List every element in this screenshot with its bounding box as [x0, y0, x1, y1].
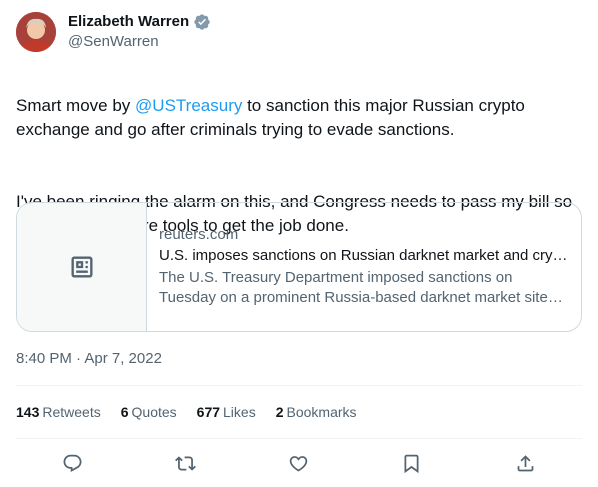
stat-value: 2: [275, 404, 284, 420]
stat-quotes[interactable]: 6 Quotes: [121, 402, 177, 422]
bookmark-button[interactable]: [398, 450, 424, 476]
reply-button[interactable]: [59, 450, 85, 476]
share-button[interactable]: [512, 450, 538, 476]
retweet-button[interactable]: [172, 450, 198, 476]
card-thumbnail: [17, 203, 147, 331]
divider: [16, 385, 582, 386]
verified-badge-icon: [194, 14, 210, 30]
stat-label: Bookmarks: [286, 404, 357, 420]
stat-value: 143: [16, 404, 40, 420]
stat-value: 6: [120, 404, 129, 420]
stat-likes[interactable]: 677 Likes: [197, 402, 256, 422]
stat-bookmarks[interactable]: 2 Bookmarks: [276, 402, 357, 422]
retweet-icon: [174, 455, 196, 471]
reply-icon: [63, 454, 81, 472]
action-bar: [0, 450, 598, 476]
avatar[interactable]: [16, 12, 56, 52]
link-card[interactable]: reuters.com U.S. imposes sanctions on Ru…: [16, 202, 582, 332]
stat-value: 677: [196, 404, 221, 420]
engagement-stats: 143 Retweets 6 Quotes 677 Likes 2 Bookmarks: [16, 402, 357, 422]
like-icon: [289, 455, 307, 472]
avatar-image: [16, 12, 56, 52]
like-button[interactable]: [285, 450, 311, 476]
stat-label: Quotes: [131, 404, 177, 420]
divider: [16, 438, 582, 439]
card-description: The U.S. Treasury Department imposed san…: [159, 269, 548, 306]
timestamp[interactable]: 8:40 PM · Apr 7, 2022: [16, 349, 162, 369]
author-name[interactable]: Elizabeth Warren: [68, 12, 189, 32]
stat-label: Likes: [223, 404, 256, 420]
stat-retweets[interactable]: 143 Retweets: [16, 402, 101, 422]
mention-link[interactable]: @USTreasury: [135, 96, 242, 115]
card-title: U.S. imposes sanctions on Russian darkne…: [159, 247, 569, 264]
stat-label: Retweets: [42, 404, 101, 420]
bookmark-icon: [404, 454, 418, 473]
author-handle[interactable]: @SenWarren: [68, 32, 159, 52]
share-icon: [517, 454, 533, 471]
article-icon: [71, 256, 92, 278]
card-domain: reuters.com: [159, 226, 239, 243]
tweet-text-part1: Smart move by: [16, 96, 136, 115]
